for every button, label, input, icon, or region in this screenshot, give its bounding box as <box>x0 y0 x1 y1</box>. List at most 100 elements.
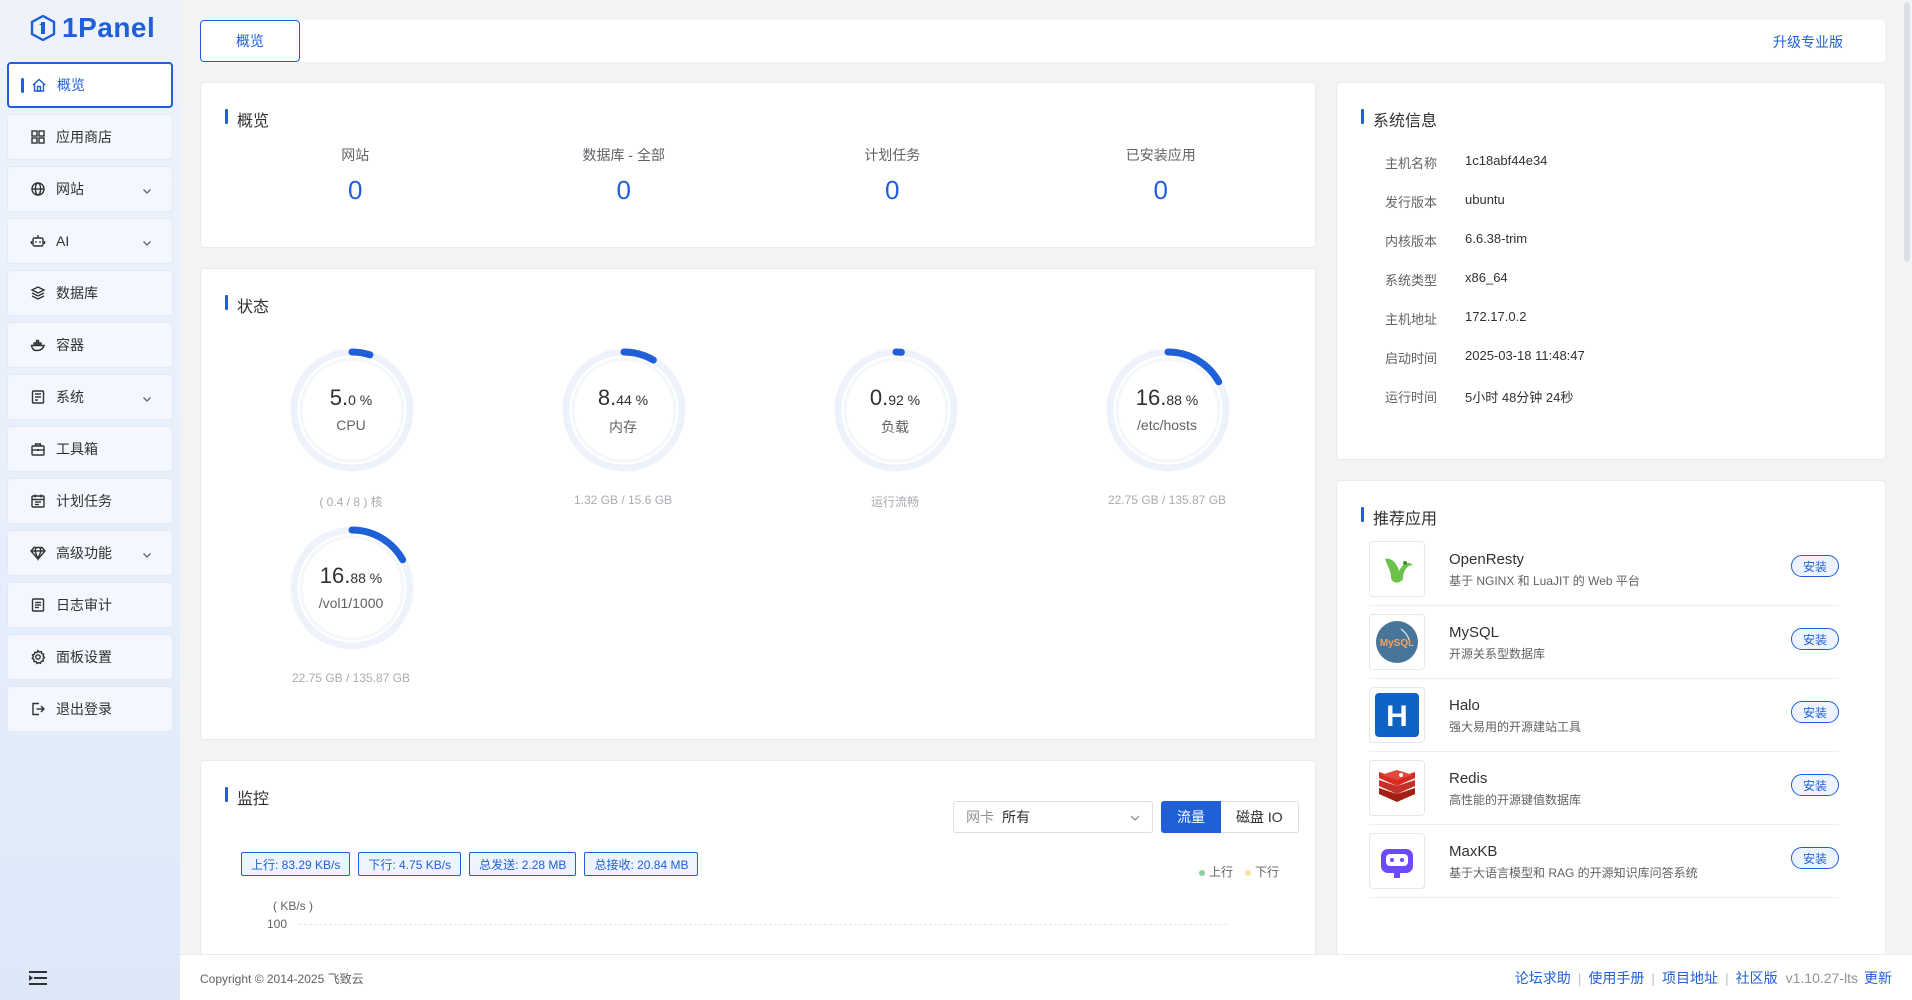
log-icon <box>30 597 46 613</box>
gauge-value-dec: 44 % <box>616 392 649 408</box>
page-scrollbar[interactable] <box>1902 0 1912 954</box>
version-text: v1.10.27-lts <box>1785 970 1858 986</box>
app-item[interactable]: MySQL MySQL 开源关系型数据库 安装 <box>1369 606 1839 679</box>
update-link[interactable]: 更新 <box>1864 968 1892 988</box>
sidebar-item[interactable]: 应用商店 <box>7 114 173 160</box>
logo-text: 1Panel <box>62 12 156 43</box>
gauge-name: 负载 <box>881 419 909 435</box>
info-key: 内核版本 <box>1385 234 1438 249</box>
sidebar-item[interactable]: 数据库 <box>7 270 173 316</box>
stat-value[interactable]: 0 <box>1027 175 1296 206</box>
separator: | <box>1577 970 1582 986</box>
1panel-logo-icon <box>30 15 56 41</box>
gauge-value-dec: 0 % <box>348 392 373 408</box>
gauge[interactable]: 16.88 % /etc/hosts 22.75 GB / 135.87 GB <box>1067 345 1267 515</box>
stat-databases[interactable]: 数据库 - 全部 0 <box>490 145 759 206</box>
y-axis-tick: 100 <box>267 917 288 931</box>
stat-value[interactable]: 0 <box>221 175 490 206</box>
stat-value[interactable]: 0 <box>758 175 1027 206</box>
status-title: 状态 <box>225 293 269 317</box>
gauge[interactable]: 5.0 % CPU ( 0.4 / 8 ) 核 <box>251 345 451 515</box>
gauge[interactable]: 0.92 % 负载 运行流畅 <box>795 345 995 515</box>
stat-installed-apps[interactable]: 已安装应用 0 <box>1027 145 1296 206</box>
legend-down[interactable]: 下行 <box>1245 863 1279 880</box>
app-item[interactable]: H Halo 强大易用的开源建站工具 安装 <box>1369 679 1839 752</box>
app-item[interactable]: Redis 高性能的开源键值数据库 安装 <box>1369 752 1839 825</box>
gauge-name: 内存 <box>609 419 637 435</box>
project-link[interactable]: 项目地址 <box>1662 968 1718 988</box>
docker-icon <box>30 337 46 353</box>
sidebar-item[interactable]: 系统 <box>7 374 173 420</box>
community-edition-link[interactable]: 社区版 <box>1736 968 1778 988</box>
manual-link[interactable]: 使用手册 <box>1588 968 1644 988</box>
recommended-apps-card: 推荐应用 OpenResty 基于 NGINX 和 LuaJIT 的 Web 平台… <box>1336 480 1886 1000</box>
mysql-logo-text: MySQL <box>1380 638 1414 649</box>
forum-link[interactable]: 论坛求助 <box>1515 968 1571 988</box>
sidebar-item[interactable]: AI <box>7 218 173 264</box>
tab-overview[interactable]: 概览 <box>200 20 300 62</box>
monitor-mode-toggle: 流量 磁盘 IO <box>1161 801 1299 833</box>
scrollbar-thumb[interactable] <box>1904 2 1910 262</box>
separator: | <box>1651 970 1655 986</box>
sidebar-item[interactable]: 日志审计 <box>7 582 173 628</box>
stat-websites[interactable]: 网站 0 <box>221 145 490 206</box>
gauge-value-dec: 88 % <box>350 570 383 586</box>
info-value: 2025-03-18 11:48:47 <box>1465 348 1585 363</box>
collapse-menu-icon[interactable] <box>28 970 48 986</box>
sidebar-item-label: 网站 <box>56 181 84 197</box>
sidebar-item[interactable]: 概览 <box>7 62 173 108</box>
gauge-detail: 22.75 GB / 135.87 GB <box>1107 493 1227 507</box>
gear-icon <box>30 649 46 665</box>
gauge-detail: ( 0.4 / 8 ) 核 <box>319 495 383 509</box>
maxkb-logo <box>1369 833 1425 889</box>
sidebar-item[interactable]: 退出登录 <box>7 686 173 732</box>
info-row: 启动时间 2025-03-18 11:48:47 <box>1385 348 1585 367</box>
app-description: 基于大语言模型和 RAG 的开源知识库问答系统 <box>1449 866 1698 880</box>
gauge[interactable]: 16.88 % /vol1/1000 22.75 GB / 135.87 GB <box>251 523 451 693</box>
disk-io-button[interactable]: 磁盘 IO <box>1221 801 1299 833</box>
upgrade-pro-link[interactable]: 升级专业版 <box>1773 32 1843 52</box>
install-button[interactable]: 安装 <box>1791 774 1839 796</box>
app-name: OpenResty <box>1449 551 1525 568</box>
legend-up[interactable]: 上行 <box>1199 863 1233 880</box>
sidebar-item-label: 工具箱 <box>56 441 98 457</box>
logo[interactable]: 1Panel <box>0 0 180 56</box>
sidebar-item[interactable]: 高级功能 <box>7 530 173 576</box>
mysql-logo: MySQL <box>1369 614 1425 670</box>
sidebar-item[interactable]: 网站 <box>7 166 173 212</box>
sidebar-item-label: 数据库 <box>56 285 98 301</box>
gauge[interactable]: 8.44 % 内存 1.32 GB / 15.6 GB <box>523 345 723 515</box>
stat-cron-jobs[interactable]: 计划任务 0 <box>758 145 1027 206</box>
footer-links: 论坛求助 | 使用手册 | 项目地址 | 社区版 v1.10.27-lts 更新 <box>1515 968 1892 988</box>
app-description: 开源关系型数据库 <box>1449 647 1546 661</box>
sidebar-item[interactable]: 面板设置 <box>7 634 173 680</box>
sidebar-item-label: 高级功能 <box>56 545 112 561</box>
sidebar-item[interactable]: 工具箱 <box>7 426 173 472</box>
gauge-value-int: 8. <box>597 385 617 410</box>
install-button[interactable]: 安装 <box>1791 628 1839 650</box>
gauge-value: 8.44 % <box>523 385 723 411</box>
info-value: ubuntu <box>1465 192 1505 207</box>
traffic-button[interactable]: 流量 <box>1161 801 1221 833</box>
install-button[interactable]: 安装 <box>1791 847 1839 869</box>
app-name: Halo <box>1449 697 1480 714</box>
info-value: 6.6.38-trim <box>1465 231 1528 246</box>
install-button[interactable]: 安装 <box>1791 555 1839 577</box>
sidebar-item[interactable]: 容器 <box>7 322 173 368</box>
nic-select[interactable]: 网卡 所有 <box>953 801 1153 833</box>
sidebar-item[interactable]: 计划任务 <box>7 478 173 524</box>
toolbox-icon <box>30 441 46 457</box>
stat-value[interactable]: 0 <box>490 175 759 206</box>
app-item[interactable]: MaxKB 基于大语言模型和 RAG 的开源知识库问答系统 安装 <box>1369 825 1839 898</box>
overview-title: 概览 <box>225 107 269 131</box>
install-button[interactable]: 安装 <box>1791 701 1839 723</box>
chevron-down-icon <box>142 391 152 402</box>
halo-logo: H <box>1369 687 1425 743</box>
sidebar: 1Panel 概览应用商店网站 AI 数据库容器系统工具箱计划任务高级功能日志审计面… <box>0 0 180 1000</box>
gauge-name: /vol1/1000 <box>318 595 384 611</box>
legend-up-label: 上行 <box>1209 865 1234 879</box>
stat-label: 网站 <box>341 147 370 163</box>
layers-icon <box>30 285 46 301</box>
gauge-name: CPU <box>336 417 366 433</box>
app-item[interactable]: OpenResty 基于 NGINX 和 LuaJIT 的 Web 平台 安装 <box>1369 533 1839 606</box>
